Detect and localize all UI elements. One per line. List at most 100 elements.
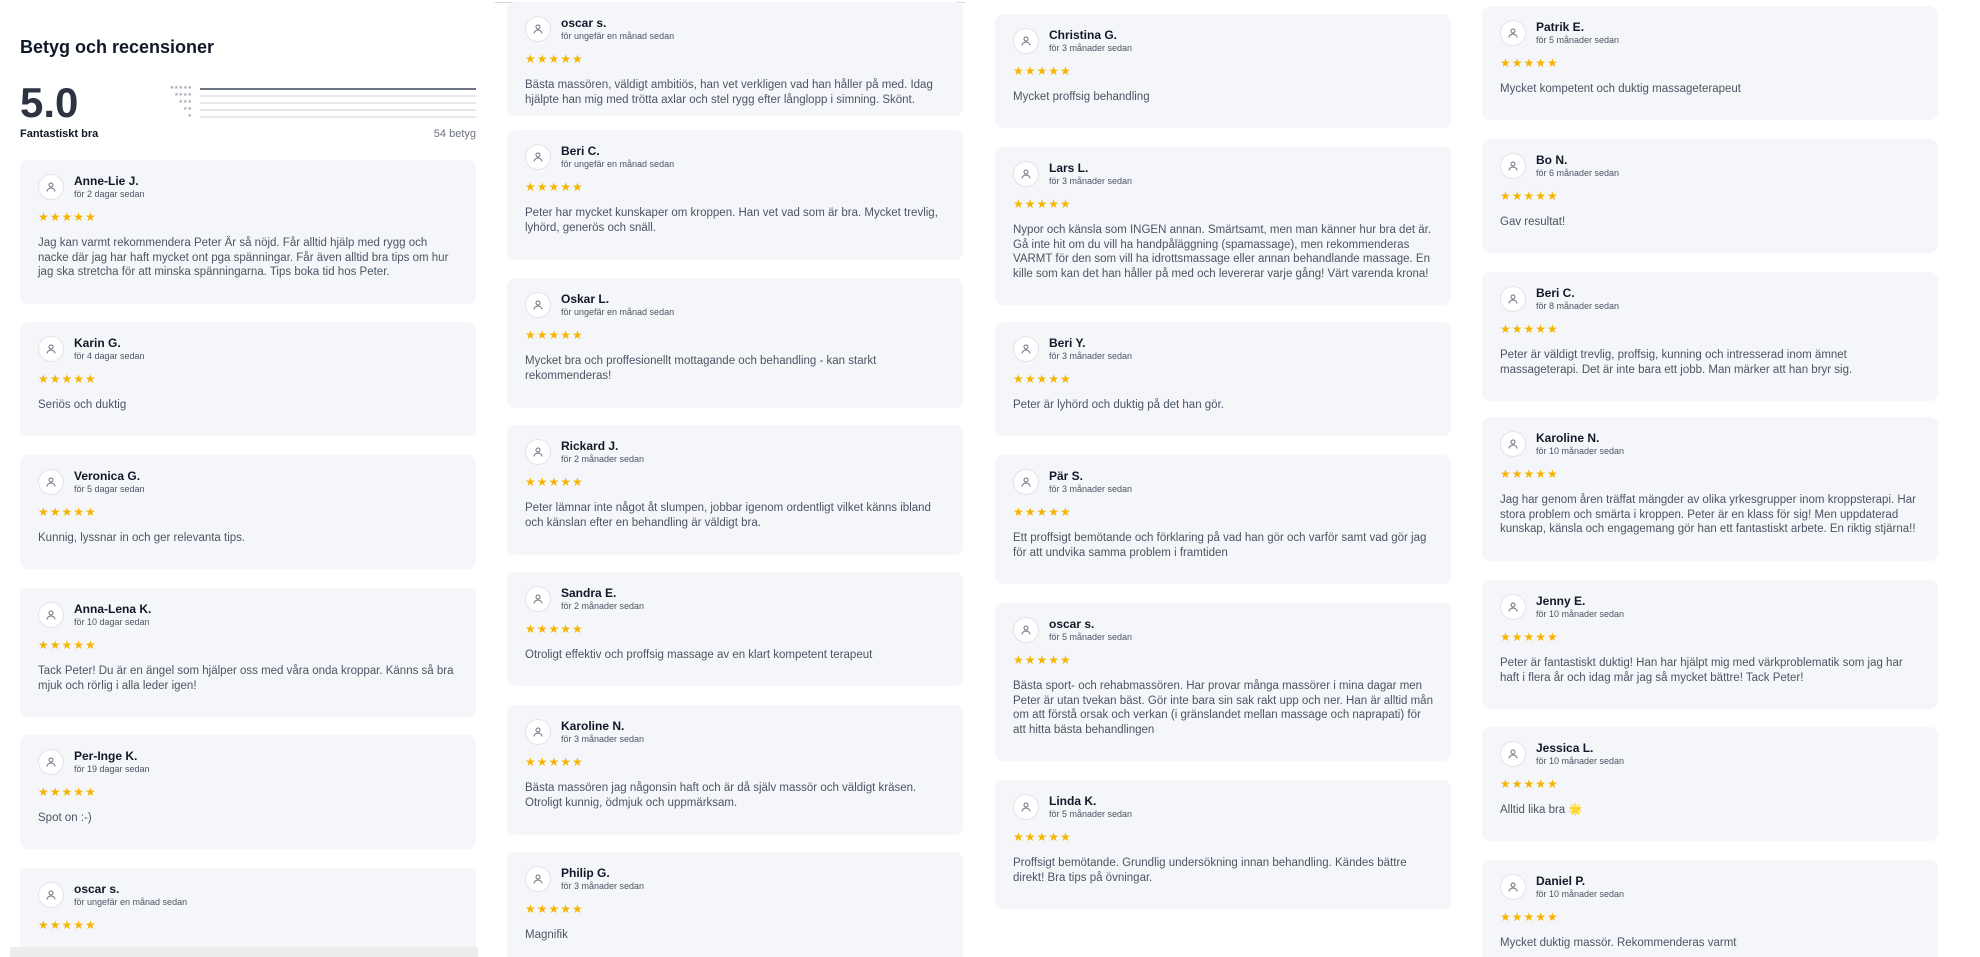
review-card: Linda K. för 5 månader sedan ★★★★★ Proffsig… — [995, 780, 1451, 909]
star-rating: ★★★★★ — [1500, 189, 1559, 203]
review-card: Anna-Lena K. för 10 dagar sedan ★★★★★ Tack … — [20, 588, 476, 717]
reviewer-name: Rickard J. — [561, 439, 619, 453]
user-icon — [525, 586, 551, 612]
review-header: Veronica G. för 5 dagar sedan — [38, 469, 458, 495]
review-date: för 8 månader sedan — [1536, 301, 1620, 311]
review-text: Mycket duktig massör. Rekommenderas varm… — [1500, 937, 1737, 949]
review-text: Magnifik — [525, 929, 568, 941]
reviewer-name: Beri C. — [561, 144, 600, 158]
distribution-row: ★★★ — [150, 99, 476, 106]
review-card: Beri C. för 8 månader sedan ★★★★★ Peter är … — [1482, 272, 1938, 401]
star-rating: ★★★★★ — [38, 918, 97, 932]
user-icon — [38, 749, 64, 775]
star-rating: ★★★★★ — [1013, 197, 1072, 211]
review-header: Sandra E. för 2 månader sedan — [525, 586, 945, 612]
review-text: Gav resultat! — [1500, 216, 1566, 228]
review-text: Mycket kompetent och duktig massageterap… — [1500, 83, 1741, 95]
user-icon — [1013, 617, 1039, 643]
review-card: oscar s. för ungefär en månad sedan ★★★★★ — [20, 868, 476, 957]
user-icon — [38, 174, 64, 200]
star-rating: ★★★★★ — [38, 638, 97, 652]
review-header: Anne-Lie J. för 2 dagar sedan — [38, 174, 458, 200]
review-header: oscar s. för 5 månader sedan — [1013, 617, 1433, 643]
distribution-stars: ★★★★★ — [169, 85, 192, 91]
user-icon — [1500, 431, 1526, 457]
star-rating: ★★★★★ — [1500, 777, 1559, 791]
user-icon — [38, 336, 64, 362]
distribution-row: ★★★★ — [150, 92, 476, 99]
review-date: för ungefär en månad sedan — [74, 897, 188, 907]
review-card: Jenny E. för 10 månader sedan ★★★★★ Peter ä… — [1482, 580, 1938, 709]
review-text: Alltid lika bra 🌟 — [1500, 804, 1583, 816]
review-header: Philip G. för 3 månader sedan — [525, 866, 945, 892]
review-date: för ungefär en månad sedan — [561, 31, 675, 41]
distribution-stars: ★★★ — [178, 99, 192, 105]
review-header: Oskar L. för ungefär en månad sedan — [525, 292, 945, 318]
review-date: för 3 månader sedan — [1049, 484, 1133, 494]
star-rating: ★★★★★ — [1013, 64, 1072, 78]
review-card: Per-Inge K. för 19 dagar sedan ★★★★★ Spot o… — [20, 735, 476, 849]
review-header: Jenny E. för 10 månader sedan — [1500, 594, 1920, 620]
review-date: för 5 dagar sedan — [74, 484, 145, 494]
reviewer-name: Bo N. — [1536, 153, 1568, 167]
review-date: för 10 månader sedan — [1536, 756, 1625, 766]
review-text: Proffsigt bemötande. Grundlig undersökni… — [1013, 857, 1407, 884]
star-rating: ★★★★★ — [1013, 372, 1072, 386]
review-card: Jessica L. för 10 månader sedan ★★★★★ Allti… — [1482, 727, 1938, 841]
review-text: Bästa sport- och rehabmassören. Har prov… — [1013, 680, 1433, 736]
review-header: Patrik E. för 5 månader sedan — [1500, 20, 1920, 46]
reviewer-name: Lars L. — [1049, 161, 1089, 175]
review-text: Ett proffsigt bemötande och förklaring p… — [1013, 532, 1427, 559]
review-card: oscar s. för 5 månader sedan ★★★★★ Bästa sp… — [995, 603, 1451, 761]
star-rating: ★★★★★ — [1500, 467, 1559, 481]
review-text: Peter lämnar inte något åt slumpen, jobb… — [525, 502, 931, 529]
reviewer-name: Karoline N. — [561, 719, 625, 733]
review-date: för 3 månader sedan — [1049, 351, 1133, 361]
reviewer-name: Jessica L. — [1536, 741, 1594, 755]
reviewer-name: Linda K. — [1049, 794, 1097, 808]
review-text: Peter är väldigt trevlig, proffsig, kunn… — [1500, 349, 1853, 376]
review-date: för 6 månader sedan — [1536, 168, 1620, 178]
review-date: för 10 månader sedan — [1536, 446, 1625, 456]
review-text: Mycket bra och proffesionellt mottagande… — [525, 355, 877, 382]
star-rating: ★★★★★ — [38, 785, 97, 799]
review-card: Christina G. för 3 månader sedan ★★★★★ Myck… — [995, 14, 1451, 128]
review-date: för 2 månader sedan — [561, 601, 645, 611]
user-icon — [1500, 286, 1526, 312]
review-card: Philip G. för 3 månader sedan ★★★★★ Magnifi… — [507, 852, 963, 957]
star-rating: ★★★★★ — [1013, 830, 1072, 844]
review-date: för 5 månader sedan — [1049, 632, 1133, 642]
reviewer-name: Oskar L. — [561, 292, 610, 306]
user-icon — [1500, 874, 1526, 900]
user-icon — [38, 882, 64, 908]
star-rating: ★★★★★ — [525, 328, 584, 342]
star-rating: ★★★★★ — [38, 210, 97, 224]
review-date: för 2 dagar sedan — [74, 189, 145, 199]
review-header: Linda K. för 5 månader sedan — [1013, 794, 1433, 820]
distribution-row: ★ — [150, 113, 476, 120]
user-icon — [1013, 28, 1039, 54]
review-date: för 10 månader sedan — [1536, 609, 1625, 619]
review-text: Bästa massören jag någonsin haft och är … — [525, 782, 917, 809]
score-label: Fantastiskt bra — [20, 128, 99, 140]
review-text: Peter är lyhörd och duktig på det han gö… — [1013, 399, 1224, 411]
review-card: Bo N. för 6 månader sedan ★★★★★ Gav resulta… — [1482, 139, 1938, 253]
reviewer-name: Patrik E. — [1536, 20, 1585, 34]
review-text: Jag har genom åren träffat mängder av ol… — [1500, 494, 1916, 535]
review-text: Nypor och känsla som INGEN annan. Smärts… — [1013, 224, 1432, 280]
distribution-row: ★★★★★ — [150, 85, 476, 92]
review-text: Peter har mycket kunskaper om kroppen. H… — [525, 207, 938, 234]
review-header: oscar s. för ungefär en månad sedan — [525, 16, 945, 42]
user-icon — [38, 469, 64, 495]
user-icon — [1500, 153, 1526, 179]
review-text: Bästa massören, väldigt ambitiös, han ve… — [525, 79, 933, 106]
distribution-bar — [200, 94, 476, 97]
review-date: för 3 månader sedan — [1049, 176, 1133, 186]
reviewer-name: Anna-Lena K. — [74, 602, 152, 616]
horizontal-scrollbar[interactable] — [10, 947, 478, 957]
reviewer-name: Per-Inge K. — [74, 749, 138, 763]
review-header: Karin G. för 4 dagar sedan — [38, 336, 458, 362]
star-rating: ★★★★★ — [1500, 56, 1559, 70]
distribution-bar — [200, 115, 476, 118]
star-rating: ★★★★★ — [38, 372, 97, 386]
